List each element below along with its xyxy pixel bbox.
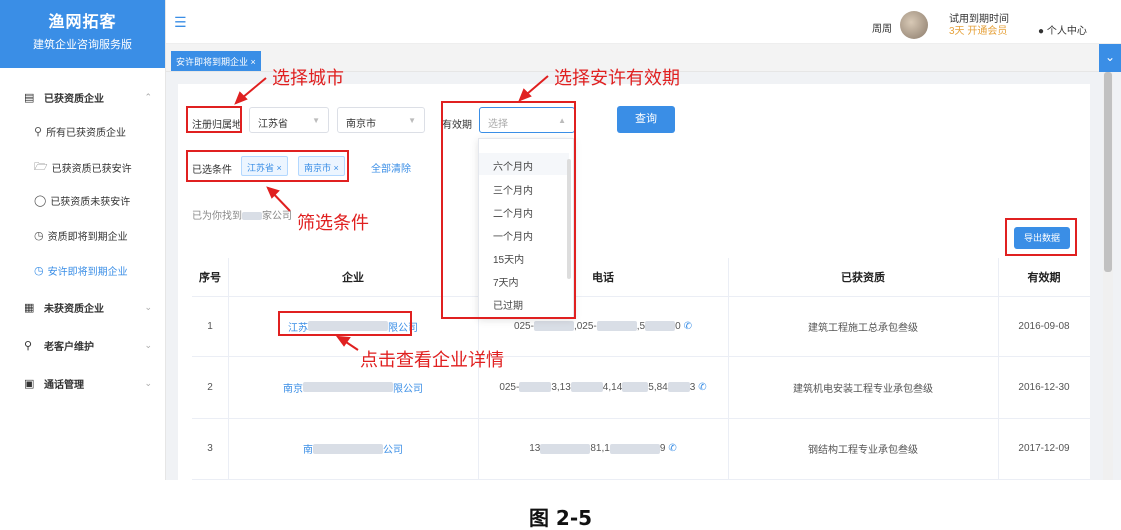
arrowhead xyxy=(234,91,248,105)
figure-caption: 图 2-5 xyxy=(528,506,593,530)
annotation-select-city: 选择城市 xyxy=(272,68,344,89)
annotation-filter-conditions: 筛选条件 xyxy=(297,213,369,234)
annotation-select-validity: 选择安许有效期 xyxy=(554,68,680,89)
annotation-click-detail: 点击查看企业详情 xyxy=(360,350,504,371)
